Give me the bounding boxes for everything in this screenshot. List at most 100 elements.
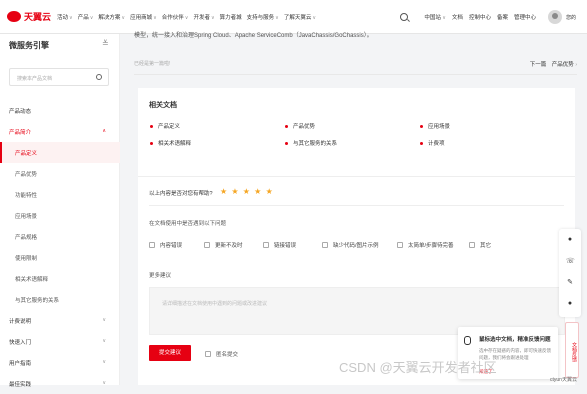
user-name[interactable]: 您的 [566,14,576,21]
sidebar-subitem[interactable]: 产品定义 [0,142,120,163]
checkbox[interactable] [322,242,328,248]
nav-item[interactable]: 支持与服务∨ [247,13,279,21]
chevron-down-icon: ∨ [69,14,73,21]
problem-option[interactable]: 更新不及时 [204,241,243,249]
divider [134,74,577,75]
logo-text: 天翼云 [24,12,52,22]
sidebar-search-input[interactable]: 搜索本产品文档 [9,68,109,86]
phone-icon[interactable]: ☏ [566,258,575,266]
console-link[interactable]: 控制中心 [469,13,491,21]
header-right: 中国站 ∨ 文档 控制中心 备案 管理中心 您的 [400,0,587,34]
checkbox[interactable] [149,242,155,248]
nav-item[interactable]: 开发者∨ [193,13,214,21]
popup-title: 鼠标选中文档，精准反馈问题 [479,337,551,343]
sidebar-subitem[interactable]: 产品优势 [0,163,120,184]
problem-option[interactable]: 内容错误 [149,241,182,249]
feedback-icon[interactable]: ● [566,300,574,308]
nav-item[interactable]: 算力者城 [220,13,242,21]
search-icon[interactable] [400,13,409,21]
related-doc-link[interactable]: 与其它服务的关系 [285,139,337,147]
related-doc-link[interactable]: 产品定义 [150,122,180,130]
chevron-down-icon: ∨ [210,14,215,21]
chevron-down-icon[interactable]: ∨ [102,380,106,386]
nav-item[interactable]: 活动∨ [57,13,73,21]
star-rating[interactable]: ★ ★ ★ ★ ★ [220,187,274,196]
filing-link[interactable]: 备案 [497,13,508,21]
chevron-down-icon: ∨ [312,14,317,21]
sidebar-subitem[interactable]: 功能特性 [0,184,120,205]
sidebar-item[interactable]: 最佳实践 ∨ [0,373,120,394]
more-suggestions-label: 更多建议 [149,273,172,279]
next-prefix: 下一篇 [529,62,547,68]
problem-option[interactable]: 其它 [469,241,491,249]
related-doc-link[interactable]: 计费项 [420,139,445,147]
submit-feedback-button[interactable]: 提交建议 [149,345,191,361]
related-docs-title: 相关文档 [149,102,177,109]
sidebar-menu: 产品动态 产品简介 ∧ 产品定义 产品优势 功能特性 应用场景 产品规格 使用限制 相关术语解释与… [0,100,120,394]
feedback-question: 以上内容是否对您有帮助? [149,191,213,197]
sidebar-title: 微服务引擎 [9,41,49,50]
nav-item[interactable]: 产品∨ [78,13,94,21]
logo[interactable]: 天翼云 [7,10,55,23]
next-title[interactable]: 产品优势 [552,62,574,68]
search-icon[interactable] [96,74,102,80]
doc-sidebar: 微服务引擎 ≚ 搜索本产品文档 产品动态 产品简介 ∧ 产品定义 产品优势 功能特性 应用场… [0,34,120,388]
manage-center-link[interactable]: 管理中心 [514,13,536,21]
ctyun-logo-icon [7,11,21,22]
problem-option[interactable]: 缺少代码/图片示例 [322,241,379,249]
main-nav: 活动∨ 产品∨ 解决方案∨ 应用商城∨ 合作伙伴∨ 开发者∨ 算力者城 支持与服务∨ 了解天翼云… [57,13,321,21]
sidebar-subitem[interactable]: 相关术语解释 [0,268,120,289]
chevron-down-icon[interactable]: ∨ [102,317,106,323]
watermark: CSDN @天翼云开发者社区 [339,360,497,375]
chevron-down-icon[interactable]: ∨ [102,338,106,344]
sidebar-item[interactable]: 产品简介 ∧ [0,121,120,142]
search-placeholder: 搜索本产品文档 [17,76,53,82]
nav-item[interactable]: 解决方案∨ [98,13,125,21]
chevron-down-icon: ∨ [275,14,279,21]
sidebar-subitem[interactable]: 与其它服务的关系 [0,289,120,310]
checkbox[interactable] [204,242,210,248]
floating-toolbar: ● ☏ ✎ ● [559,229,581,317]
chevron-down-icon[interactable]: ∨ [102,359,106,365]
problem-option[interactable]: 链接错误 [263,241,296,249]
chevron-down-icon: ∨ [89,14,94,21]
top-navigation-bar: 天翼云 活动∨ 产品∨ 解决方案∨ 应用商城∨ 合作伙伴∨ 开发者∨ 算力者城 支持与服务∨ 了… [0,0,587,34]
avatar[interactable] [547,10,562,24]
nav-item[interactable]: 了解天翼云∨ [284,13,316,21]
chevron-down-icon: ∨ [121,14,126,21]
related-doc-link[interactable]: 应用场景 [420,122,450,130]
checkbox[interactable] [397,242,403,248]
sidebar-subitem[interactable]: 应用场景 [0,205,120,226]
next-article-link[interactable]: 下一篇 产品优势 › [530,60,577,68]
doc-feedback-tab[interactable]: 文档反馈 [565,322,579,378]
sidebar-item[interactable]: 用户指南 ∨ [0,352,120,373]
collapse-icon[interactable]: ≚ [102,39,109,48]
anonymous-checkbox[interactable]: 匿名提交 [205,350,238,358]
chat-icon[interactable]: ● [566,236,574,244]
sidebar-item[interactable]: 快速入门 ∨ [0,331,120,352]
sidebar-subitem[interactable]: 使用限制 [0,247,120,268]
textarea-placeholder: 请详细描述在文档使用中遇到的问题或改进建议 [162,301,268,307]
mouse-icon [464,336,471,345]
checkbox[interactable] [205,351,211,357]
region-selector[interactable]: 中国站 ∨ [424,13,446,21]
corner-watermark: ctyun天翼云 [550,377,577,383]
prev-article: 已经是第一篇啦! [134,61,171,67]
nav-item[interactable]: 应用商城∨ [130,13,157,21]
sidebar-item[interactable]: 产品动态 [0,100,120,121]
problem-prompt: 在文档使用中是否遇到以下问题 [149,221,227,227]
chevron-right-icon: › [575,62,577,68]
sidebar-subitem[interactable]: 产品规格 [0,226,120,247]
related-doc-link[interactable]: 相关术语解释 [150,139,191,147]
checkbox[interactable] [469,242,475,248]
problem-option[interactable]: 太简单/步骤待完善 [397,241,454,249]
nav-item[interactable]: 合作伙伴∨ [162,13,189,21]
chevron-down-icon: ∨ [153,14,157,21]
checkbox[interactable] [263,242,269,248]
chevron-up-icon[interactable]: ∧ [102,128,106,134]
docs-link[interactable]: 文档 [452,13,463,21]
intro-text: 模型，统一接入和治理Spring Cloud、Apache ServiceCom… [134,33,373,39]
sidebar-item[interactable]: 计费说明 ∨ [0,310,120,331]
related-doc-link[interactable]: 产品优势 [285,122,315,130]
edit-icon[interactable]: ✎ [566,279,574,287]
